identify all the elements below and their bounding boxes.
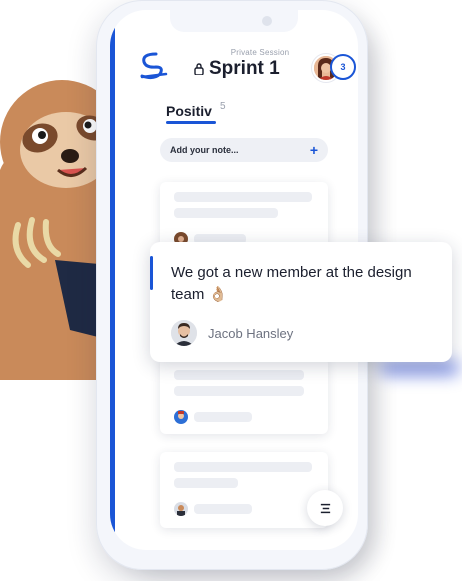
avatar (174, 502, 188, 516)
featured-note-author: Jacob Hansley (208, 326, 294, 341)
placeholder-line (194, 504, 252, 514)
placeholder-line (174, 462, 312, 472)
avatar (174, 410, 188, 424)
placeholder-line (194, 412, 252, 422)
add-note-input[interactable]: Add your note... + (160, 138, 328, 162)
placeholder-line (174, 386, 304, 396)
column-title[interactable]: Positiv (166, 103, 212, 119)
placeholder-line (174, 478, 238, 488)
camera-icon (262, 16, 272, 26)
column-note-count: 5 (220, 101, 226, 112)
lock-icon (194, 63, 204, 75)
featured-note-accent (150, 256, 153, 290)
note-card[interactable] (160, 182, 328, 248)
brand-logo-icon[interactable] (136, 50, 170, 80)
popup-glow (380, 360, 460, 376)
session-title-row: Sprint 1 (194, 58, 280, 80)
placeholder-line (174, 370, 304, 380)
note-card[interactable] (160, 358, 328, 434)
page-title: Sprint 1 (209, 58, 280, 79)
menu-icon (320, 503, 330, 513)
phone-notch (170, 10, 298, 32)
menu-button[interactable] (307, 490, 343, 526)
participant-count-badge[interactable]: 3 (330, 54, 356, 80)
note-card[interactable] (160, 452, 328, 528)
session-type-label: Private Session (230, 48, 290, 57)
placeholder-line (174, 208, 278, 218)
plus-icon[interactable]: + (310, 143, 318, 157)
column-title-underline (166, 121, 216, 124)
avatar (171, 320, 197, 346)
placeholder-line (174, 192, 312, 202)
featured-note-text: We got a new member at the design team 👌… (171, 264, 412, 303)
add-note-placeholder: Add your note... (170, 145, 239, 155)
participants-avatar-group[interactable]: 3 (312, 54, 356, 82)
screen-accent-bar (110, 24, 115, 536)
